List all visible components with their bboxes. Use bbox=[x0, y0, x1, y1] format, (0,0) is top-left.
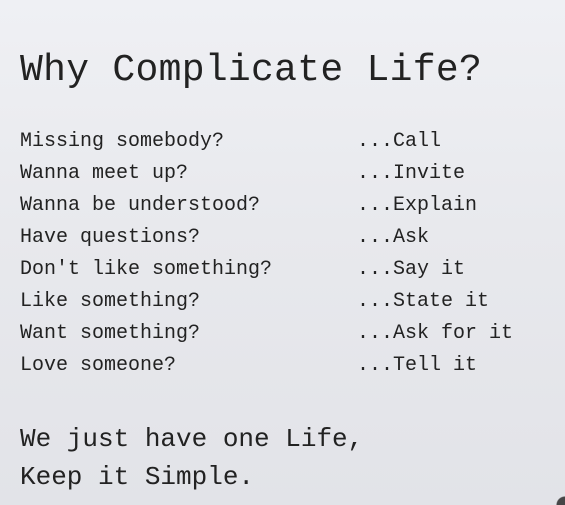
question-text: Like something? bbox=[20, 290, 201, 313]
answer-text: ...State it bbox=[357, 290, 490, 313]
question-text: Love someone? bbox=[20, 354, 177, 377]
answer-text: ...Tell it bbox=[357, 354, 478, 377]
answer-text: ...Explain bbox=[357, 194, 478, 217]
list-item: Have questions? ...Ask bbox=[20, 226, 565, 258]
question-text: Missing somebody? bbox=[20, 130, 225, 153]
closing-message: We just have one Life, Keep it Simple. bbox=[20, 420, 363, 496]
list-item: Wanna be understood? ...Explain bbox=[20, 194, 565, 226]
document-page: Why Complicate Life? Missing somebody? .… bbox=[0, 0, 565, 505]
question-text: Wanna meet up? bbox=[20, 162, 189, 185]
list-item: Like something? ...State it bbox=[20, 290, 565, 322]
list-item: Want something? ...Ask for it bbox=[20, 322, 565, 354]
list-item: Don't like something? ...Say it bbox=[20, 258, 565, 290]
answer-text: ...Ask bbox=[357, 226, 430, 249]
corner-shadow bbox=[547, 487, 565, 505]
answer-text: ...Call bbox=[357, 130, 442, 153]
list-item: Missing somebody? ...Call bbox=[20, 130, 565, 162]
question-text: Have questions? bbox=[20, 226, 201, 249]
list-item: Love someone? ...Tell it bbox=[20, 354, 565, 386]
question-text: Wanna be understood? bbox=[20, 194, 261, 217]
answer-text: ...Say it bbox=[357, 258, 466, 281]
question-text: Want something? bbox=[20, 322, 201, 345]
closing-line-1: We just have one Life, bbox=[20, 424, 364, 454]
list-item: Wanna meet up? ...Invite bbox=[20, 162, 565, 194]
answer-text: ...Invite bbox=[357, 162, 466, 185]
answer-text: ...Ask for it bbox=[357, 322, 514, 345]
question-text: Don't like something? bbox=[20, 258, 273, 281]
closing-line-2: Keep it Simple. bbox=[20, 462, 255, 492]
question-answer-list: Missing somebody? ...Call Wanna meet up?… bbox=[20, 130, 565, 386]
page-title: Why Complicate Life? bbox=[20, 49, 483, 92]
